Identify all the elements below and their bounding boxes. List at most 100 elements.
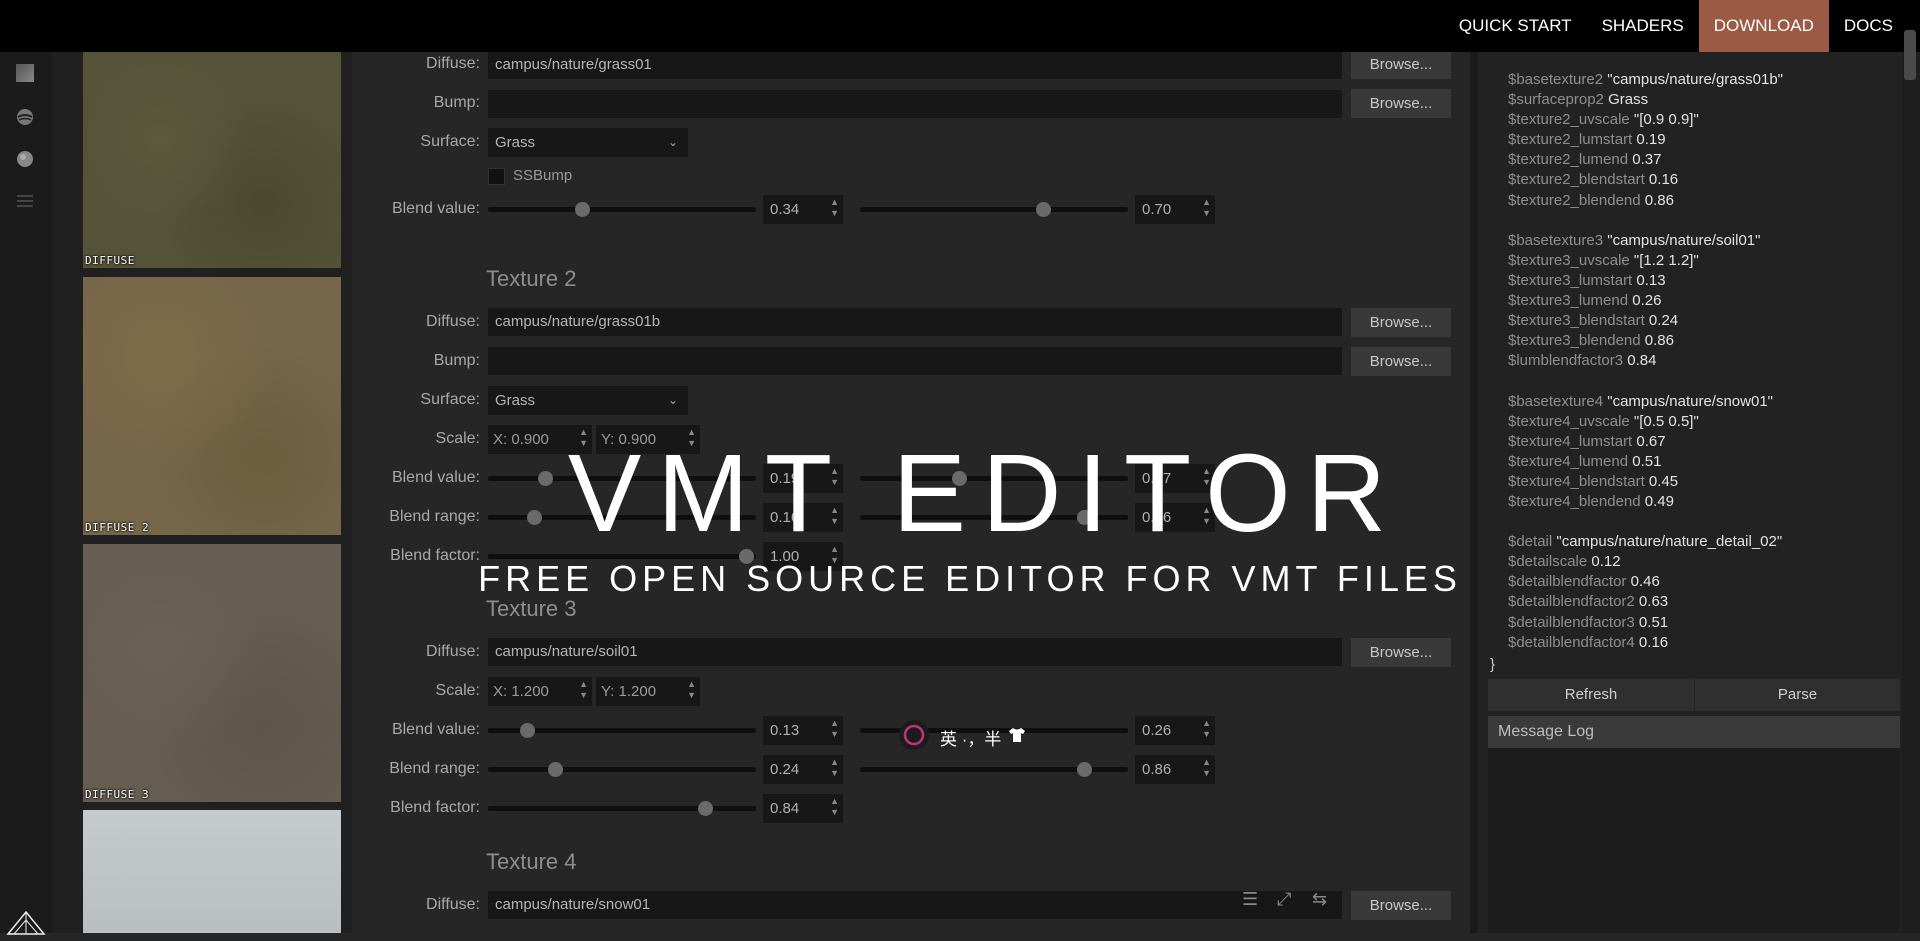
texture2-bump-input[interactable] [488,347,1342,375]
texture3-blend-factor-input[interactable]: 0.84 ▲ ▼ [763,794,843,823]
texture4-diffuse-browse-button[interactable]: Browse... [1351,891,1451,920]
texture4-diffuse-input[interactable]: campus/nature/snow01 [488,891,1342,919]
texture1-diffuse-browse-button[interactable]: Browse... [1351,50,1451,79]
code-key: $texture2_blendend [1508,191,1641,209]
resize-icon[interactable]: ⤢ [1277,889,1291,910]
code-key: $texture3_uvscale [1508,251,1630,269]
texture2-diffuse-input[interactable]: campus/nature/grass01b [488,308,1342,336]
code-line: $detailblendfactor4 0.16 [1508,633,1783,653]
ime-text: 英 ·，半 [940,730,1002,749]
texture2-bump-browse-button[interactable]: Browse... [1351,347,1451,376]
page-scrollbar-thumb[interactable] [1904,30,1916,80]
texture-view-icon[interactable] [16,64,34,82]
parse-button[interactable]: Parse [1695,679,1900,711]
number-value: 0.34 [770,201,800,218]
texture4-heading: Texture 4 [486,849,577,874]
code-value: 0.26 [1628,292,1662,310]
code-key: $texture3_blendstart [1508,312,1645,330]
skin-shirt-icon [1009,728,1025,742]
texture3-diffuse-browse-button[interactable]: Browse... [1351,638,1451,667]
texture2-diffuse-browse-button[interactable]: Browse... [1351,308,1451,337]
texture1-surface-select[interactable]: Grass ⌄ [488,128,688,157]
thumbnail-label: DIFFUSE [85,254,135,267]
number-value: 0.26 [1142,722,1172,739]
code-line: $texture3_blendstart 0.24 [1508,311,1783,331]
code-value: 0.51 [1634,613,1669,631]
texture1-diffuse-input[interactable]: campus/nature/grass01 [488,51,1342,79]
code-value: 0.86 [1640,332,1674,350]
slider-knob[interactable] [548,762,563,777]
nav-download[interactable]: DOWNLOAD [1698,0,1829,52]
texture3-scale-y-input[interactable]: Y: 1.200 ▲ ▼ [596,677,700,706]
texture3-blend-range-b-input[interactable]: 0.86 ▲ ▼ [1135,755,1215,784]
refresh-button[interactable]: Refresh [1488,679,1694,711]
texture2-heading: Texture 2 [486,266,577,291]
materials-sphere-icon[interactable] [16,108,34,126]
chevron-down-icon: ⌄ [667,393,678,407]
ime-indicator[interactable]: 英 ·，半 [895,717,1035,753]
spinner-arrows-icon[interactable]: ▲ ▼ [830,197,839,219]
thumbnail-diffuse-4[interactable] [83,810,341,933]
texture3-blend-range-a-input[interactable]: 0.24 ▲ ▼ [763,755,843,784]
code-value: 0.16 [1634,633,1669,651]
texture3-scale-x-input[interactable]: X: 1.200 ▲ ▼ [488,677,592,706]
spinner-arrows-icon[interactable]: ▲ ▼ [1202,757,1211,779]
code-key: $basetexture4 [1508,392,1604,410]
list-icon[interactable]: ☰ [1242,889,1258,910]
code-line: $detailblendfactor3 0.51 [1508,613,1783,633]
spinner-arrows-icon[interactable]: ▲ ▼ [1202,718,1211,740]
slider-knob[interactable] [575,202,590,217]
texture2-surface-select[interactable]: Grass ⌄ [488,386,688,415]
code-value: 0.84 [1623,352,1657,370]
code-line: $texture2_lumstart 0.19 [1508,130,1783,150]
texture1-blend-value-slider-a[interactable] [488,207,756,212]
ime-ring-icon [899,720,929,750]
slider-knob[interactable] [520,723,535,738]
texture1-bump-browse-button[interactable]: Browse... [1351,89,1451,118]
scale-y-value: Y: 1.200 [601,683,657,700]
message-log-body [1488,748,1900,933]
thumbnail-diffuse[interactable]: DIFFUSE [83,52,341,268]
spinner-arrows-icon[interactable]: ▲ ▼ [579,679,588,701]
texture1-blend-value-slider-b[interactable] [860,207,1128,212]
spinner-arrows-icon[interactable]: ▲ ▼ [830,718,839,740]
slider-knob[interactable] [1077,762,1092,777]
number-value: 0.13 [770,722,800,739]
nav-shaders[interactable]: SHADERS [1587,0,1699,52]
slider-knob[interactable] [1036,202,1051,217]
spinner-arrows-icon[interactable]: ▲ ▼ [1202,197,1211,219]
code-key: $detailblendfactor4 [1508,633,1635,651]
spinner-arrows-icon[interactable]: ▲ ▼ [687,679,696,701]
code-value: Grass [1603,91,1649,109]
code-value: 0.86 [1640,191,1674,209]
code-line: $basetexture3 "campus/nature/soil01" [1508,231,1783,251]
texture3-blend-value-b-input[interactable]: 0.26 ▲ ▼ [1135,716,1215,745]
code-line: $texture2_lumend 0.37 [1508,150,1783,170]
list-icon[interactable] [16,192,34,210]
page-scrollbar[interactable] [1902,0,1920,933]
hero-subtitle: FREE OPEN SOURCE EDITOR FOR VMT FILES [478,558,1462,599]
nav-quick-start[interactable]: QUICK START [1444,0,1587,52]
spinner-arrows-icon[interactable]: ▲ ▼ [830,796,839,818]
preview-sphere-icon[interactable] [16,150,34,168]
slider-knob[interactable] [698,801,713,816]
chevron-down-icon: ⌄ [667,135,678,149]
spinner-arrows-icon[interactable]: ▲ ▼ [830,757,839,779]
code-closing-brace: } [1490,656,1496,673]
swap-icon[interactable]: ⇆ [1312,889,1327,910]
texture3-diffuse-input[interactable]: campus/nature/soil01 [488,638,1342,666]
ssbump-checkbox[interactable] [488,168,505,185]
blend-value-label: Blend value: [391,200,480,217]
texture1-blend-value-b-input[interactable]: 0.70 ▲ ▼ [1135,195,1215,224]
texture3-blend-range-slider-a[interactable] [488,767,756,772]
texture1-bump-input[interactable] [488,90,1342,118]
texture3-blend-factor-slider[interactable] [488,806,756,811]
texture1-blend-value-a-input[interactable]: 0.34 ▲ ▼ [763,195,843,224]
code-value: 0.37 [1628,151,1662,169]
nav-docs[interactable]: DOCS [1829,0,1908,52]
code-value: "campus/nature/snow01" [1603,392,1773,410]
thumbnail-label: DIFFUSE 3 [85,788,150,801]
texture3-blend-value-a-input[interactable]: 0.13 ▲ ▼ [763,716,843,745]
